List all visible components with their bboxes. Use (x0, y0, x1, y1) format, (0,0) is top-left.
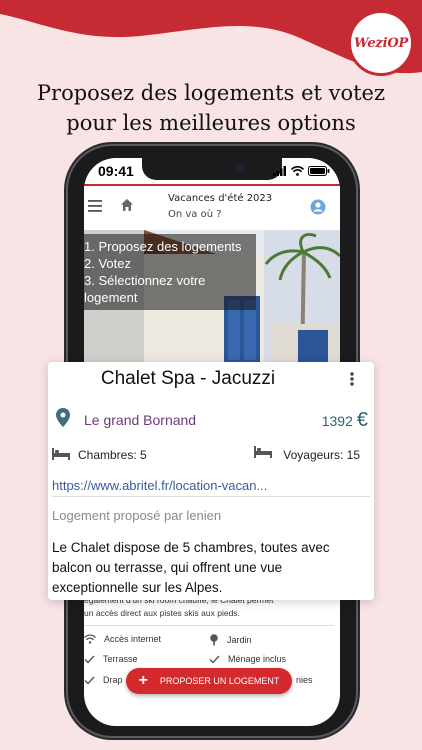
signal-icon (273, 166, 286, 176)
price-value: 1392 (321, 413, 353, 429)
amenity-label: Terrasse (103, 654, 138, 664)
camera-dot (236, 164, 244, 172)
accommodation-card[interactable]: Chalet Spa - Jacuzzi Le grand Bornand 13… (48, 362, 374, 600)
wifi-icon (84, 634, 96, 644)
accommodation-title: Chalet Spa - Jacuzzi (100, 368, 276, 389)
home-icon[interactable] (120, 198, 134, 212)
accommodation-description: Le Chalet dispose de 5 chambres, toutes … (52, 540, 330, 595)
amenity-terrace: Terrasse (84, 654, 138, 664)
check-icon (84, 676, 95, 685)
listing-link[interactable]: https://www.abritel.fr/location-vacan... (52, 478, 267, 493)
rooms-count: Chambres: 5 (78, 448, 147, 462)
wifi-status-icon (291, 166, 304, 176)
bed-icon (52, 448, 70, 460)
card-divider (52, 496, 370, 497)
status-bar: 09:41 (84, 158, 340, 184)
check-icon (209, 655, 220, 664)
status-icons (273, 166, 330, 176)
trip-subtitle: On va où ? (168, 209, 222, 220)
price: 1392 € (322, 409, 368, 432)
propose-accommodation-label: PROPOSER UN LOGEMENT (159, 676, 280, 686)
notch (142, 158, 282, 180)
proposed-by: Logement proposé par lenien (52, 508, 222, 523)
app-bar: Vacances d'été 2023 On va où ? (84, 186, 340, 230)
amenity-label: Drap (103, 675, 123, 685)
menu-icon[interactable] (88, 200, 104, 212)
more-options-icon[interactable] (350, 372, 354, 386)
propose-accommodation-button[interactable]: + PROPOSER UN LOGEMENT (126, 668, 292, 694)
step-3: 3. Sélectionnez votre logement (84, 273, 206, 305)
amenity-cleaning: Ménage inclus (209, 654, 286, 664)
logo-text: WeziOP (353, 35, 409, 51)
amenity-label: Jardin (227, 635, 252, 645)
guests-bed-icon (254, 446, 272, 458)
status-time: 09:41 (98, 163, 134, 179)
amenity-sheets: Drap (84, 675, 123, 685)
step-1: 1. Proposez des logements (84, 239, 242, 254)
amenity-label: nies (296, 675, 313, 685)
amenity-garden: Jardin (209, 634, 252, 646)
headline-line-1: Proposez des logements et votez (36, 81, 386, 105)
description-continued-line-2: un accès direct aux pistes skis aux pied… (84, 608, 240, 618)
location-pin-icon (56, 408, 70, 427)
headline-line-2: pour les meilleures options (66, 111, 356, 135)
check-icon (84, 655, 95, 664)
headline: Proposez des logements et votez pour les… (0, 78, 422, 138)
tree-icon (210, 634, 218, 646)
battery-icon (308, 166, 330, 176)
app-logo: WeziOP (348, 10, 414, 76)
trip-title: Vacances d'été 2023 (168, 193, 273, 204)
amenity-label: Ménage inclus (228, 654, 287, 664)
steps-overlay: 1. Proposez des logements 2. Votez 3. Sé… (84, 234, 256, 310)
location-label: Le grand Bornand (84, 412, 197, 428)
amenity-label: Accès internet (104, 634, 162, 644)
account-icon[interactable] (310, 199, 326, 215)
guests-count: Voyageurs: 15 (283, 448, 360, 462)
amenities-divider (84, 625, 334, 626)
step-2: 2. Votez (84, 256, 131, 271)
amenity-partial: nies (296, 675, 313, 685)
amenity-internet: Accès internet (84, 634, 161, 644)
euro-icon: € (356, 409, 368, 431)
plus-icon: + (138, 672, 148, 689)
